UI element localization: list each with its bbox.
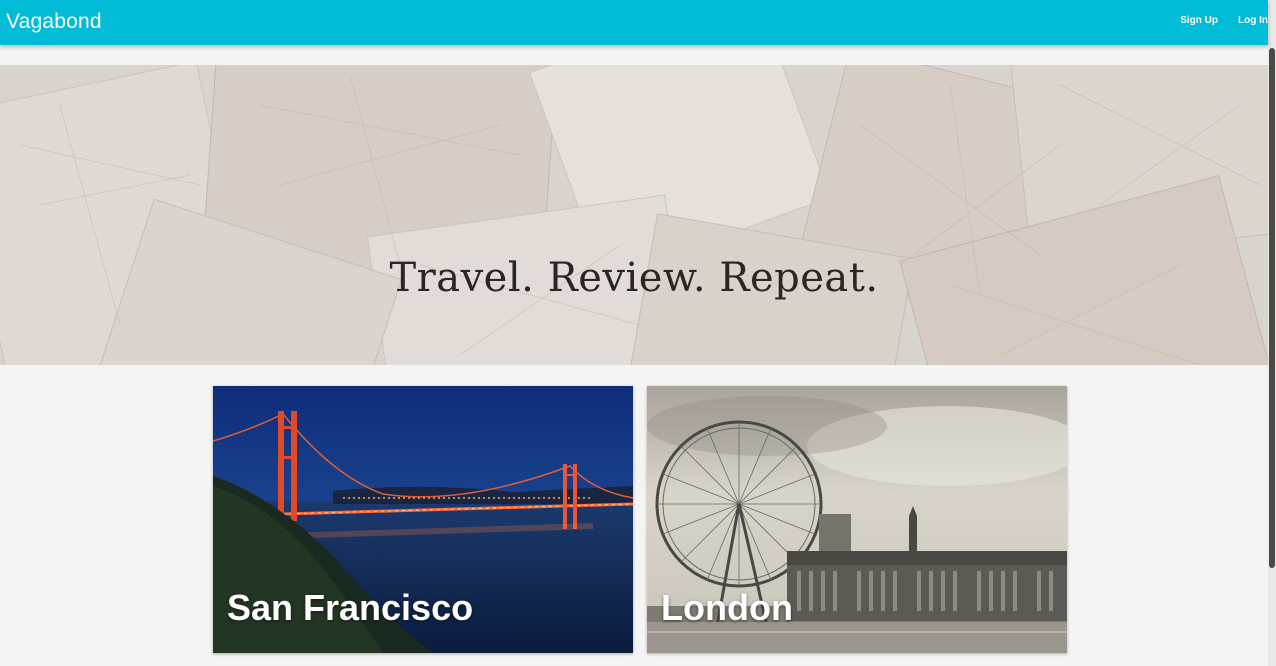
hero-banner: Travel. Review. Repeat. — [0, 65, 1268, 365]
scrollbar-thumb[interactable] — [1269, 48, 1275, 568]
page-scrollbar[interactable] — [1268, 0, 1276, 666]
nav-links: Sign Up Log In — [1160, 15, 1268, 26]
maps-background-image — [0, 65, 1268, 365]
top-navbar: Vagabond Sign Up Log In — [0, 0, 1268, 45]
city-title-san-francisco: San Francisco — [227, 587, 474, 628]
log-in-link[interactable]: Log In — [1238, 15, 1268, 26]
city-title-london: London — [661, 587, 793, 628]
hero-tagline: Travel. Review. Repeat. — [389, 255, 879, 301]
city-card-san-francisco[interactable]: San Francisco — [213, 386, 633, 653]
sign-up-link[interactable]: Sign Up — [1180, 15, 1218, 26]
city-card-london[interactable]: London — [647, 386, 1067, 653]
brand-logo-link[interactable]: Vagabond — [6, 10, 102, 34]
